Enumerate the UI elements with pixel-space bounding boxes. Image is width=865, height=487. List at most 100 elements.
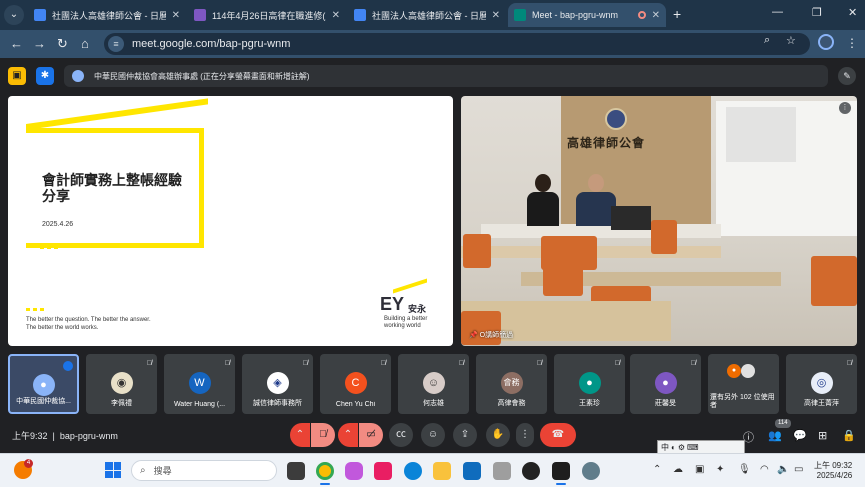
chat-icon[interactable]: 💬 xyxy=(793,429,807,442)
ey-logo-sub: Building a better working world xyxy=(384,316,428,329)
participant-tile[interactable]: ● 🎙̸ 王素珍 xyxy=(554,354,625,414)
address-bar[interactable]: ≡ meet.google.com/bap-pgru-wnm xyxy=(104,33,810,55)
meet-top-bar: ▣ ✱ 中華民國仲裁協會高雄辦事處 (正在分享螢幕畫面和新增註解) xyxy=(0,58,865,94)
tab-title: 社團法人高雄律師公會 - 日曆 - xyxy=(52,10,166,21)
settings-icon[interactable] xyxy=(582,462,600,480)
window-close-icon[interactable]: ✕ xyxy=(848,6,857,19)
shared-screen-slide: 會計師實務上整帳經驗 分享 2025.4.26 The better the q… xyxy=(8,96,453,346)
participant-tile[interactable]: ◎ 🎙̸ 高律王菁萍 xyxy=(786,354,857,414)
leave-call-button[interactable]: ☎ xyxy=(540,423,576,447)
file-explorer-icon[interactable] xyxy=(433,462,451,480)
close-icon[interactable]: ✕ xyxy=(652,10,660,21)
bookmark-star-icon[interactable]: ☆ xyxy=(786,34,796,47)
ime-settings-icon[interactable]: ⚙ xyxy=(678,443,685,452)
avatar: ● xyxy=(32,374,55,396)
presenter-banner: 中華民國仲裁協會高雄辦事處 (正在分享螢幕畫面和新增註解) xyxy=(64,65,828,87)
forward-icon[interactable]: → xyxy=(33,36,46,51)
browser-tab-calendar-1[interactable]: 社團法人高雄律師公會 - 日曆 - ✕ xyxy=(28,3,186,27)
terminal-icon[interactable] xyxy=(552,462,570,480)
task-view-icon[interactable] xyxy=(287,462,305,480)
media-player-icon[interactable] xyxy=(522,462,540,480)
new-tab-icon[interactable]: + xyxy=(673,6,681,22)
tray-app-icon[interactable]: ▣ xyxy=(695,464,704,475)
site-info-icon[interactable]: ≡ xyxy=(108,36,124,52)
participant-name: 何志雄 xyxy=(423,400,444,407)
browser-tab-meet[interactable]: Meet - bap-pgru-wnm ✕ xyxy=(508,3,666,27)
video-options-chevron-icon[interactable]: ⌃ xyxy=(338,423,358,447)
emoji-button[interactable]: ☺ xyxy=(421,423,445,447)
voice-recorder-icon[interactable] xyxy=(493,462,511,480)
participant-tile-others[interactable]: ● 還有另外 102 位使用者 xyxy=(708,354,779,414)
ime-half-width-icon[interactable]: ◐ xyxy=(671,443,676,452)
participant-name: 高律王菁萍 xyxy=(804,400,839,407)
participant-tile[interactable]: 會務 🎙̸ 高律會務 xyxy=(476,354,547,414)
close-icon[interactable]: ✕ xyxy=(492,10,500,21)
annotate-icon[interactable]: ✎ xyxy=(838,67,856,85)
system-clock[interactable]: 上午 09:32 2025/4/26 xyxy=(814,461,852,481)
restore-icon[interactable]: ❐ xyxy=(812,6,822,19)
ime-mode-icon[interactable]: 中 xyxy=(661,442,669,453)
present-icon[interactable]: ▣ xyxy=(8,67,26,85)
profile-avatar[interactable] xyxy=(818,34,834,50)
ey-logo-cn: 安永 xyxy=(408,304,427,314)
participant-tile[interactable]: ● 中華民國仲裁協... xyxy=(8,354,79,414)
camera-video-tile[interactable]: 高雄律師公會 📌 O講師簡過 ⋮ xyxy=(461,96,857,346)
edge-icon[interactable] xyxy=(404,462,422,480)
browser-tab-form[interactable]: 114年4月26日高律在職進修(財 ✕ xyxy=(188,3,346,27)
meeting-time: 上午9:32 xyxy=(12,431,48,441)
audio-options-chevron-icon[interactable]: ⌃ xyxy=(290,423,310,447)
activities-icon[interactable]: ⊞ xyxy=(818,429,827,442)
close-icon[interactable]: ✕ xyxy=(332,10,340,21)
volume-icon[interactable]: 🔈 xyxy=(777,464,789,475)
minimize-icon[interactable]: — xyxy=(772,6,783,18)
outlook-icon[interactable] xyxy=(463,462,481,480)
tray-overflow-icon[interactable]: ⌃ xyxy=(653,464,661,475)
ime-keyboard-icon[interactable]: ⌨ xyxy=(687,443,699,452)
home-icon[interactable]: ⌂ xyxy=(81,36,89,51)
host-controls-icon[interactable]: 🔒 xyxy=(842,429,856,442)
mic-off-button[interactable]: 🎙̸ xyxy=(311,423,335,447)
battery-icon[interactable]: ▭ xyxy=(794,464,803,475)
ey-logo-bar xyxy=(393,278,427,294)
close-icon[interactable]: ✕ xyxy=(172,10,180,21)
projection-screen xyxy=(716,101,857,236)
participant-tile[interactable]: ● 🎙̸ 莊馨旻 xyxy=(630,354,701,414)
tab-title: 社團法人高雄律師公會 - 日曆 - xyxy=(372,10,486,21)
ime-toolbar[interactable]: 中 ◐ ⚙ ⌨ xyxy=(657,440,745,454)
reload-icon[interactable]: ↻ xyxy=(57,36,68,52)
back-icon[interactable]: ← xyxy=(10,36,23,51)
copilot-icon[interactable] xyxy=(345,462,363,480)
tab-search-button[interactable]: ⌄ xyxy=(4,5,24,25)
participant-tile[interactable]: ◈ 🎙̸ 誠信律師事務所 xyxy=(242,354,313,414)
taskbar-search[interactable]: ⌕ 搜尋 xyxy=(131,460,277,481)
microphone-icon[interactable]: 🎙 xyxy=(738,464,751,475)
start-menu-icon[interactable] xyxy=(105,462,121,478)
calendar-icon xyxy=(34,9,46,21)
more-options-button[interactable]: ⋮ xyxy=(516,423,534,447)
wifi-icon[interactable]: ◠ xyxy=(760,464,769,475)
tray-app-icon[interactable]: ✦ xyxy=(716,464,724,475)
participant-tile[interactable]: ☺ 🎙̸ 何志雄 xyxy=(398,354,469,414)
chrome-icon[interactable] xyxy=(316,462,334,480)
more-options-icon[interactable]: ⋮ xyxy=(839,102,851,114)
present-screen-button[interactable]: ⇪ xyxy=(453,423,477,447)
people-icon[interactable]: 👥 xyxy=(768,429,782,442)
zoom-icon[interactable]: ⌕ xyxy=(764,34,770,47)
slide-dots xyxy=(40,246,60,249)
raise-hand-button[interactable]: ✋ xyxy=(486,423,510,447)
camera-off-button[interactable]: ▭̸ xyxy=(359,423,383,447)
captions-button[interactable]: ㏄ xyxy=(389,423,413,447)
participant-tile[interactable]: C 🎙̸ Chen Yu Chi xyxy=(320,354,391,414)
browser-menu-icon[interactable]: ⋮ xyxy=(846,36,858,50)
participant-name: Chen Yu Chi xyxy=(335,401,376,408)
tab-title: Meet - bap-pgru-wnm xyxy=(532,10,619,20)
people-sync-icon[interactable]: ✱ xyxy=(36,67,54,85)
onedrive-icon[interactable]: ☁ xyxy=(673,464,683,475)
participant-tile[interactable]: ◉ 🎙̸ 李佩禮 xyxy=(86,354,157,414)
snipping-tool-icon[interactable] xyxy=(374,462,392,480)
clock-date: 2025/4/26 xyxy=(816,471,853,480)
browser-tab-calendar-2[interactable]: 社團法人高雄律師公會 - 日曆 - ✕ xyxy=(348,3,506,27)
chrome-active-indicator xyxy=(320,483,330,485)
participant-tile[interactable]: W 🎙̸ Water Huang (... xyxy=(164,354,235,414)
avatar: W xyxy=(188,372,211,394)
